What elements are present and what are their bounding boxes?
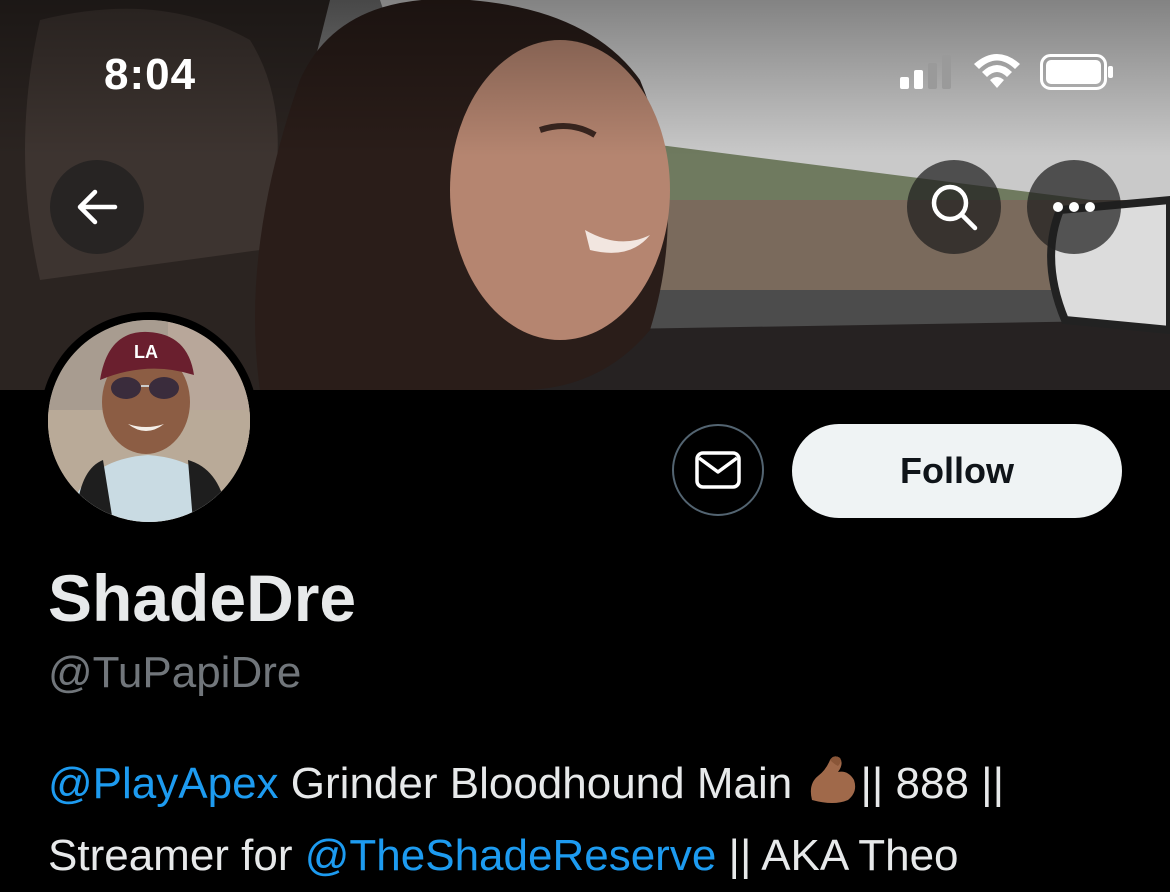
more-options-button[interactable]	[1027, 160, 1121, 254]
bio-text: Streamer for	[48, 831, 305, 880]
arrow-left-icon	[77, 189, 118, 225]
search-button[interactable]	[907, 160, 1001, 254]
profile-bio: @PlayApex Grinder Bloodhound Main || 888…	[48, 748, 1128, 892]
battery-icon	[1040, 54, 1113, 90]
cellular-signal-icon	[900, 55, 951, 89]
status-icons	[900, 54, 1114, 90]
wifi-icon	[974, 54, 1020, 88]
avatar-image: LA	[48, 320, 250, 522]
status-time: 8:04	[104, 50, 197, 99]
display-name: ShadeDre	[48, 561, 357, 635]
back-button[interactable]	[50, 160, 144, 254]
bio-text: || 888 ||	[860, 759, 1005, 808]
search-icon	[931, 184, 978, 231]
more-horizontal-icon	[1053, 202, 1095, 212]
user-handle: @TuPapiDre	[48, 648, 302, 697]
message-button[interactable]	[672, 424, 764, 516]
bio-text: Grinder Bloodhound Main	[278, 759, 805, 808]
bio-text: || AKA Theo	[716, 831, 959, 880]
profile-avatar[interactable]: LA	[40, 312, 258, 530]
bio-mention-theshadereserve[interactable]: @TheShadeReserve	[305, 831, 717, 880]
bio-mention-playapex[interactable]: @PlayApex	[48, 759, 279, 808]
flexed-biceps-emoji	[811, 756, 856, 803]
mail-icon	[695, 451, 741, 489]
follow-button[interactable]: Follow	[792, 424, 1122, 518]
svg-text:LA: LA	[134, 342, 158, 362]
